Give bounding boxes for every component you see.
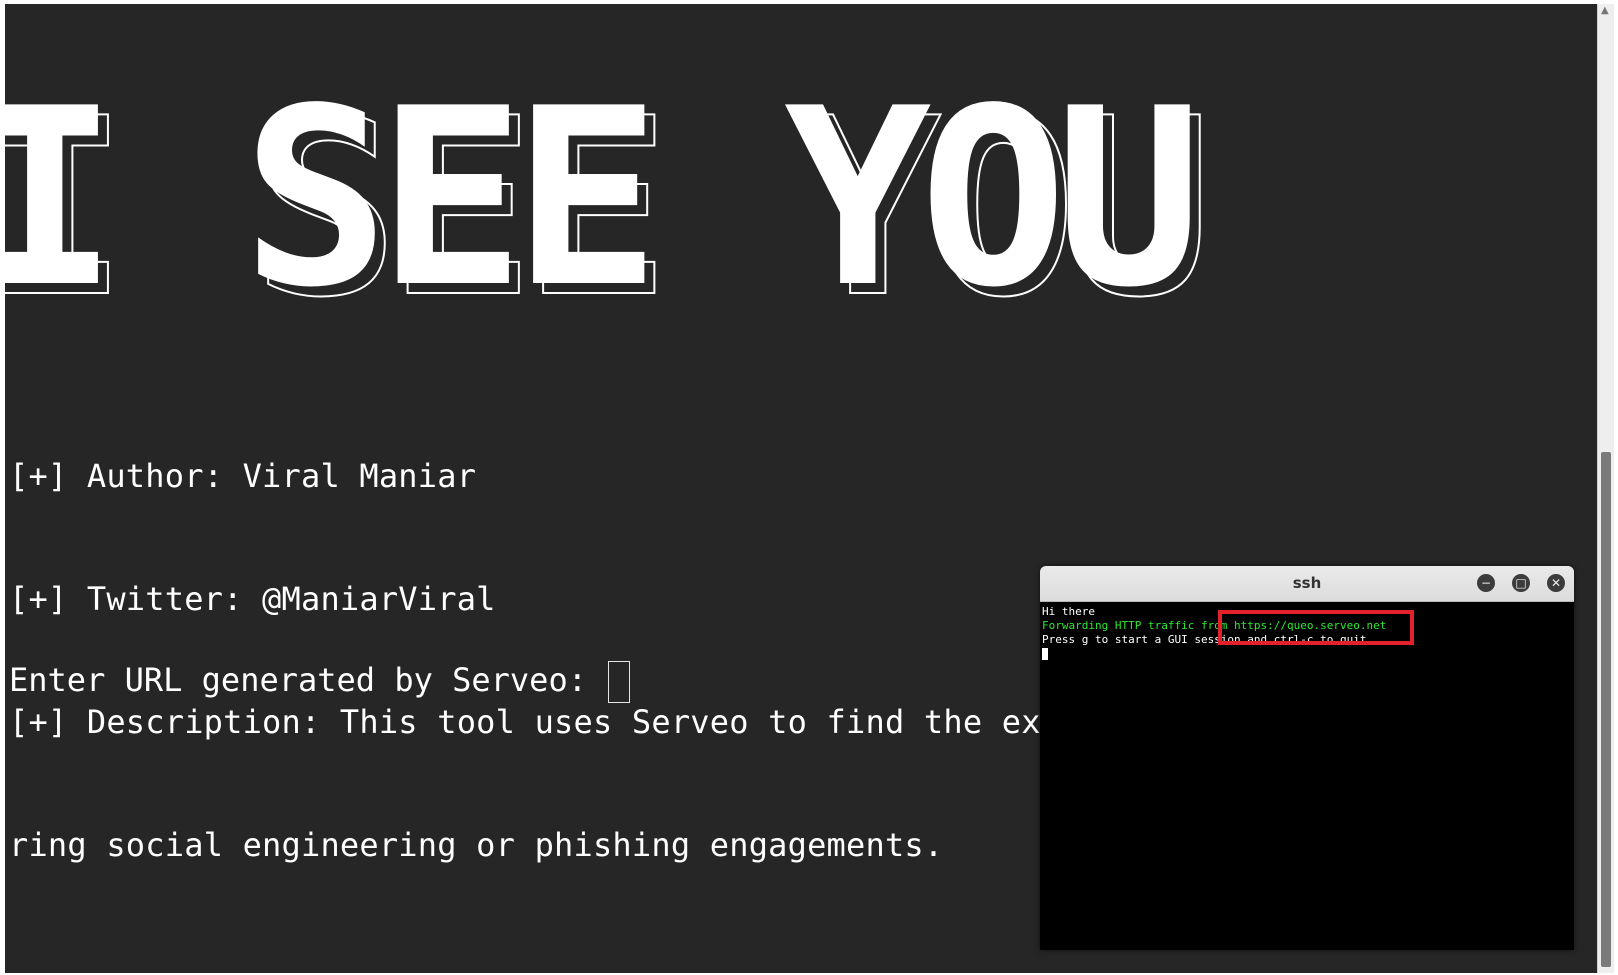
scroll-up-arrow-icon[interactable]: ▲ [1601,5,1609,16]
ssh-titlebar[interactable]: ssh − □ ✕ [1040,566,1574,602]
banner-text: I SEE YOU [5,79,1191,324]
url-prompt-label: Enter URL generated by Serveo: [9,661,607,699]
url-highlight-box [1218,610,1414,645]
ascii-banner: I SEE YOU I SEE YOU [5,79,1214,324]
author-line: [+] Author: Viral Maniar [9,457,477,495]
scrollbar-thumb[interactable] [1601,452,1611,967]
maximize-icon[interactable]: □ [1512,574,1530,592]
url-prompt[interactable]: Enter URL generated by Serveo: [9,660,631,703]
close-icon[interactable]: ✕ [1547,574,1565,592]
minimize-icon[interactable]: − [1477,574,1495,592]
terminal-cursor[interactable] [608,661,631,703]
ssh-cursor [1042,648,1048,660]
vertical-scrollbar[interactable]: ▲ [1597,4,1614,973]
